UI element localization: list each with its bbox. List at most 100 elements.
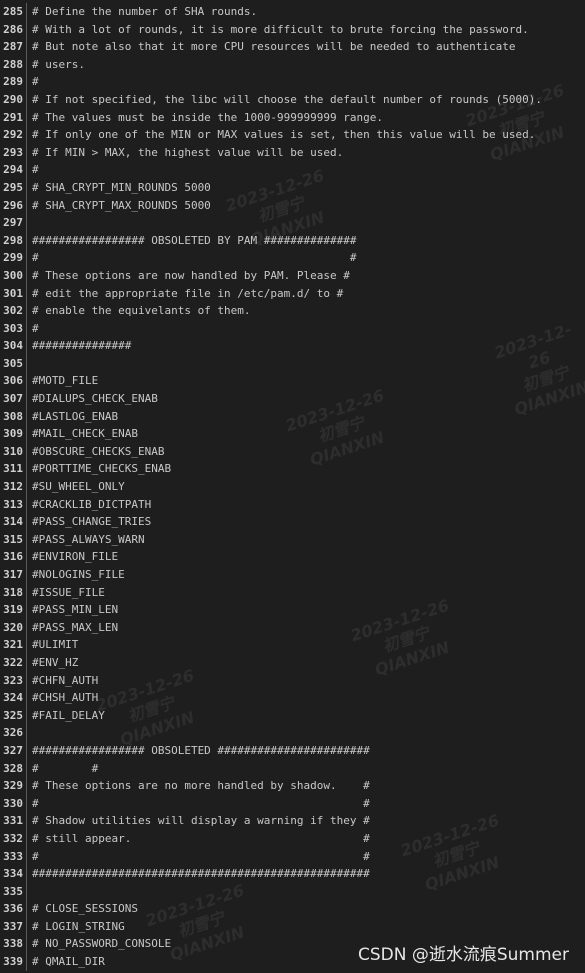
code-text[interactable]: #PASS_MIN_LEN <box>27 601 585 619</box>
code-line[interactable]: 300 # These options are now handled by PA… <box>0 266 585 285</box>
code-line[interactable]: 314 #PASS_CHANGE_TRIES <box>0 513 585 531</box>
code-text[interactable]: #PASS_MAX_LEN <box>27 619 585 637</box>
code-line[interactable]: 335 <box>0 882 585 901</box>
code-line[interactable]: 318 #ISSUE_FILE <box>0 583 585 602</box>
code-text[interactable]: #DIALUPS_CHECK_ENAB <box>27 390 585 408</box>
code-text[interactable]: #OBSCURE_CHECKS_ENAB <box>27 443 585 461</box>
code-line[interactable]: 317 #NOLOGINS_FILE <box>0 566 585 584</box>
code-line[interactable]: 287 # But note also that it more CPU reso… <box>0 38 585 56</box>
code-line[interactable]: 329 # These options are no more handled b… <box>0 777 585 795</box>
code-line[interactable]: 316 #ENVIRON_FILE <box>0 548 585 566</box>
code-text[interactable]: #MAIL_CHECK_ENAB <box>27 425 585 443</box>
code-text[interactable]: # With a lot of rounds, it is more diffi… <box>27 21 585 39</box>
code-line[interactable]: 305 <box>0 354 585 373</box>
code-line[interactable]: 289 # <box>0 73 585 91</box>
code-text[interactable]: #PASS_CHANGE_TRIES <box>27 513 585 531</box>
code-text[interactable]: # Define the number of SHA rounds. <box>27 3 585 21</box>
code-text[interactable] <box>27 883 585 901</box>
code-line[interactable]: 313 #CRACKLIB_DICTPATH <box>0 495 585 514</box>
code-line[interactable]: 330 # # <box>0 794 585 813</box>
code-text[interactable]: # # <box>27 848 585 866</box>
code-line[interactable]: 323 #CHFN_AUTH <box>0 671 585 690</box>
code-text[interactable]: ################# OBSOLETED BY PAM #####… <box>27 232 585 250</box>
code-text[interactable]: # still appear. # <box>27 830 585 848</box>
code-text[interactable]: #FAIL_DELAY <box>27 707 585 725</box>
code-text[interactable]: #ENV_HZ <box>27 654 585 672</box>
code-line[interactable]: 332 # still appear. # <box>0 829 585 848</box>
code-line[interactable]: 299 # # <box>0 249 585 267</box>
code-line[interactable]: 322 #ENV_HZ <box>0 653 585 672</box>
code-line[interactable]: 286 # With a lot of rounds, it is more di… <box>0 20 585 39</box>
code-line[interactable]: 319 #PASS_MIN_LEN <box>0 601 585 619</box>
code-text[interactable]: # SHA_CRYPT_MAX_ROUNDS 5000 <box>27 197 585 215</box>
code-text[interactable]: #CHSH_AUTH <box>27 689 585 707</box>
code-line[interactable]: 298 ################# OBSOLETED BY PAM ##… <box>0 231 585 250</box>
code-line[interactable]: 337 # LOGIN_STRING <box>0 917 585 936</box>
code-text[interactable]: #CHFN_AUTH <box>27 672 585 690</box>
code-line[interactable]: 302 # enable the equivelants of them. <box>0 302 585 320</box>
code-text[interactable]: # edit the appropriate file in /etc/pam.… <box>27 285 585 303</box>
code-line[interactable]: 295 # SHA_CRYPT_MIN_ROUNDS 5000 <box>0 178 585 197</box>
code-line[interactable]: 331 # Shadow utilities will display a war… <box>0 812 585 830</box>
code-text[interactable]: # <box>27 161 585 179</box>
code-text[interactable]: ############### <box>27 337 585 355</box>
code-text[interactable]: #LASTLOG_ENAB <box>27 408 585 426</box>
code-line[interactable]: 325 #FAIL_DELAY <box>0 706 585 725</box>
code-line[interactable]: 312 #SU_WHEEL_ONLY <box>0 478 585 496</box>
code-text[interactable]: # enable the equivelants of them. <box>27 302 585 320</box>
code-line[interactable]: 291 # The values must be inside the 1000-… <box>0 108 585 127</box>
code-text[interactable]: # These options are now handled by PAM. … <box>27 267 585 285</box>
code-line[interactable]: 297 <box>0 214 585 232</box>
code-line[interactable]: 306 #MOTD_FILE <box>0 372 585 391</box>
code-line[interactable]: 334 #####################################… <box>0 865 585 883</box>
code-text[interactable]: #NOLOGINS_FILE <box>27 566 585 584</box>
code-text[interactable]: # If MIN > MAX, the highest value will b… <box>27 144 585 162</box>
code-line[interactable]: 315 #PASS_ALWAYS_WARN <box>0 530 585 549</box>
code-text[interactable]: ################# OBSOLETED ############… <box>27 742 585 760</box>
code-line[interactable]: 296 # SHA_CRYPT_MAX_ROUNDS 5000 <box>0 196 585 215</box>
code-line[interactable]: 328 # # <box>0 759 585 778</box>
code-text[interactable]: #ISSUE_FILE <box>27 584 585 602</box>
code-line[interactable]: 288 # users. <box>0 55 585 74</box>
code-line[interactable]: 290 # If not specified, the libc will cho… <box>0 90 585 109</box>
code-text[interactable]: # If only one of the MIN or MAX values i… <box>27 126 585 144</box>
code-text[interactable] <box>27 355 585 373</box>
code-text[interactable]: # <box>27 320 585 338</box>
code-line[interactable]: 304 ############### <box>0 337 585 355</box>
code-line[interactable]: 285 # Define the number of SHA rounds. <box>0 3 585 21</box>
code-text[interactable]: # LOGIN_STRING <box>27 918 585 936</box>
code-text[interactable]: # # <box>27 249 585 267</box>
code-line[interactable]: 303 # <box>0 319 585 338</box>
code-line[interactable]: 321 #ULIMIT <box>0 636 585 654</box>
code-text[interactable] <box>27 214 585 232</box>
code-text[interactable]: #PORTTIME_CHECKS_ENAB <box>27 460 585 478</box>
code-line[interactable]: 333 # # <box>0 847 585 866</box>
code-text[interactable]: # These options are no more handled by s… <box>27 777 585 795</box>
code-text[interactable]: #CRACKLIB_DICTPATH <box>27 496 585 514</box>
code-line[interactable]: 326 <box>0 724 585 742</box>
code-text[interactable]: # <box>27 73 585 91</box>
code-line[interactable]: 324 #CHSH_AUTH <box>0 689 585 707</box>
code-text[interactable]: # CLOSE_SESSIONS <box>27 900 585 918</box>
code-line[interactable]: 336 # CLOSE_SESSIONS <box>0 900 585 918</box>
code-text[interactable]: #PASS_ALWAYS_WARN <box>27 531 585 549</box>
code-text[interactable]: # Shadow utilities will display a warnin… <box>27 812 585 830</box>
code-text[interactable]: #SU_WHEEL_ONLY <box>27 478 585 496</box>
code-line[interactable]: 293 # If MIN > MAX, the highest value wil… <box>0 143 585 162</box>
code-line[interactable]: 309 #MAIL_CHECK_ENAB <box>0 425 585 443</box>
code-line[interactable]: 292 # If only one of the MIN or MAX value… <box>0 126 585 144</box>
code-text[interactable]: # If not specified, the libc will choose… <box>27 91 585 109</box>
code-line[interactable]: 310 #OBSCURE_CHECKS_ENAB <box>0 442 585 461</box>
code-editor[interactable]: 285 # Define the number of SHA rounds. 286… <box>0 3 585 971</box>
code-line[interactable]: 327 ################# OBSOLETED #########… <box>0 741 585 760</box>
code-line[interactable]: 307 #DIALUPS_CHECK_ENAB <box>0 390 585 408</box>
code-text[interactable]: # users. <box>27 56 585 74</box>
code-text[interactable] <box>27 724 585 742</box>
code-text[interactable]: #ENVIRON_FILE <box>27 548 585 566</box>
code-text[interactable]: #MOTD_FILE <box>27 372 585 390</box>
code-text[interactable]: # # <box>27 760 585 778</box>
code-text[interactable]: # # <box>27 795 585 813</box>
code-line[interactable]: 301 # edit the appropriate file in /etc/p… <box>0 284 585 303</box>
code-text[interactable]: # SHA_CRYPT_MIN_ROUNDS 5000 <box>27 179 585 197</box>
code-line[interactable]: 320 #PASS_MAX_LEN <box>0 618 585 637</box>
